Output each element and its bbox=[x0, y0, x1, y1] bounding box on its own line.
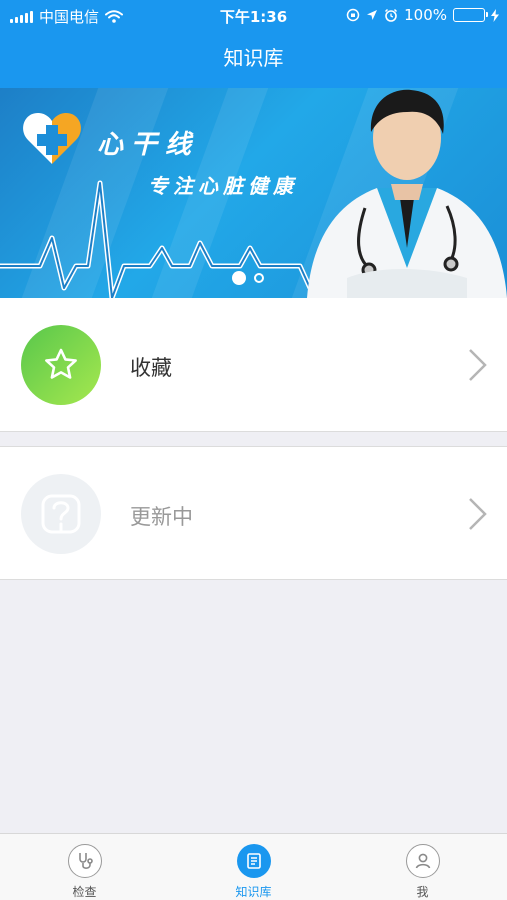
tab-me[interactable]: 我 bbox=[338, 834, 507, 900]
rotation-lock-icon bbox=[346, 8, 360, 22]
navigation-header: 中国电信 下午1:36 100% 知识库 bbox=[0, 0, 507, 88]
bottom-tab-bar: 检查 知识库 我 bbox=[0, 833, 507, 900]
carousel-page-indicator[interactable] bbox=[232, 271, 264, 285]
charging-bolt-icon bbox=[491, 8, 499, 22]
knowledge-book-icon bbox=[237, 844, 271, 878]
tab-me-label: 我 bbox=[416, 885, 429, 899]
page-title: 知识库 bbox=[223, 46, 284, 70]
stethoscope-icon bbox=[68, 844, 102, 878]
battery-percent: 100% bbox=[404, 6, 447, 24]
tab-check[interactable]: 检查 bbox=[0, 834, 169, 900]
chevron-right-icon bbox=[469, 498, 487, 530]
person-icon bbox=[406, 844, 440, 878]
updating-label: 更新中 bbox=[130, 505, 193, 529]
star-icon bbox=[45, 348, 77, 379]
updating-icon bbox=[41, 494, 81, 534]
battery-icon bbox=[453, 8, 488, 22]
chevron-right-icon bbox=[469, 349, 487, 381]
banner-carousel[interactable]: 心干线 专注心脏健康 bbox=[0, 88, 507, 298]
list-item-updating[interactable]: 更新中 bbox=[0, 446, 507, 580]
location-arrow-icon bbox=[367, 10, 378, 20]
list-item-favorites[interactable]: 收藏 bbox=[0, 298, 507, 432]
status-bar: 中国电信 下午1:36 100% bbox=[0, 0, 507, 30]
tab-knowledge[interactable]: 知识库 bbox=[169, 834, 338, 900]
doctor-illustration bbox=[307, 89, 507, 298]
page-dot[interactable] bbox=[254, 273, 264, 283]
status-right: 100% bbox=[346, 6, 499, 24]
page-dot-active[interactable] bbox=[232, 271, 246, 285]
updating-icon-circle bbox=[21, 474, 101, 554]
alarm-icon bbox=[385, 8, 398, 22]
favorites-icon-circle bbox=[21, 325, 101, 405]
tab-check-label: 检查 bbox=[72, 885, 97, 899]
favorites-label: 收藏 bbox=[130, 356, 172, 380]
tab-knowledge-label: 知识库 bbox=[235, 885, 272, 899]
